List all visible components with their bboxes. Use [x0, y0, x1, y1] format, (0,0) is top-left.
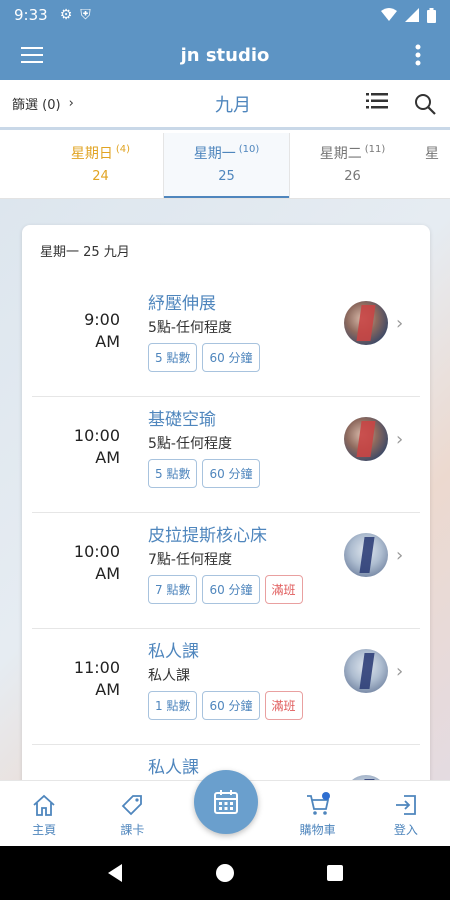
class-row[interactable]: 9:00 AM 紓壓伸展 5點-任何程度 5 點數 60 分鐘 ›	[32, 281, 420, 397]
day-name: 星期一	[193, 146, 236, 162]
nav-cart-label: 購物車	[299, 823, 336, 837]
app-bar: jn studio	[0, 30, 450, 80]
day-tab-monday[interactable]: 星期一 (10) 25	[164, 133, 289, 198]
class-time: 9:00 AM	[84, 310, 120, 351]
class-name: 皮拉提斯核心床	[148, 526, 267, 546]
duration-tag: 60 分鐘	[202, 343, 260, 372]
search-icon[interactable]	[414, 93, 436, 115]
calendar-icon	[214, 790, 238, 814]
class-time: 11:00 AM	[73, 658, 120, 699]
class-name: 私人課	[148, 758, 199, 778]
instructor-avatar	[344, 417, 388, 461]
nav-login[interactable]: 登入	[362, 781, 450, 846]
schedule-date-header: 星期一 25 九月	[40, 245, 130, 260]
day-name: 星期二	[319, 146, 362, 162]
points-tag: 1 點數	[148, 691, 198, 720]
schedule-card: 星期一 25 九月 9:00 AM 紓壓伸展 5點-任何程度 5 點數 60 分鐘…	[22, 225, 430, 780]
instructor-avatar	[344, 649, 388, 693]
chevron-right-icon: ›	[396, 545, 404, 566]
class-name: 紓壓伸展	[148, 294, 216, 314]
full-badge: 滿班	[264, 575, 303, 604]
points-tag: 7 點數	[148, 575, 198, 604]
class-time: 10:00 AM	[73, 542, 120, 583]
settings-gear-icon: ⚙	[59, 7, 73, 23]
day-class-count: (11)	[364, 144, 386, 155]
day-tab-prev[interactable]: 5)	[0, 133, 20, 198]
signal-icon	[405, 8, 419, 22]
wifi-icon	[381, 8, 397, 21]
nav-login-label: 登入	[393, 823, 418, 837]
instructor-avatar	[344, 301, 388, 345]
class-subtitle: 7點-任何程度	[148, 552, 232, 568]
home-circle-icon[interactable]	[215, 863, 235, 883]
tag-icon	[122, 795, 143, 816]
schedule-content: 星期一 25 九月 9:00 AM 紓壓伸展 5點-任何程度 5 點數 60 分鐘…	[0, 199, 450, 780]
day-date: 25	[218, 169, 235, 184]
system-nav-bar	[0, 846, 450, 900]
login-icon	[395, 795, 416, 815]
more-vert-icon[interactable]	[386, 30, 450, 80]
day-class-count: (4)	[115, 144, 131, 155]
back-icon[interactable]	[106, 863, 124, 883]
chevron-right-icon: ›	[396, 313, 404, 334]
points-tag: 5 點數	[148, 343, 198, 372]
duration-tag: 60 分鐘	[202, 691, 260, 720]
class-subtitle: 私人課	[148, 668, 190, 684]
day-selector: 5) 星期日(4) 24 星期一(10) 25 星期二(11) 26 星	[0, 133, 450, 199]
recents-icon[interactable]	[326, 864, 344, 882]
day-tab-sunday[interactable]: 星期日 (4) 24	[38, 133, 163, 198]
full-badge: 滿班	[264, 691, 303, 720]
app-title: jn studio	[180, 44, 270, 66]
shield-icon: ⛨	[80, 7, 91, 23]
class-row[interactable]: 11:00 AM 私人課 私人課 1 點數 60 分鐘 滿班 ›	[32, 629, 420, 745]
status-bar: 9:33 ⚙ ⛨	[0, 0, 450, 30]
calendar-fab[interactable]	[194, 770, 258, 834]
duration-tag: 60 分鐘	[202, 459, 260, 488]
day-name: 星期日	[70, 146, 113, 162]
battery-icon	[427, 7, 436, 23]
home-icon	[33, 794, 55, 816]
filter-bar: 篩選 (0) › 九月	[0, 80, 450, 130]
cart-badge-dot	[322, 792, 330, 800]
class-row[interactable]: 10:00 AM 基礎空瑜 5點-任何程度 5 點數 60 分鐘 ›	[32, 397, 420, 513]
class-name: 基礎空瑜	[148, 410, 216, 430]
list-view-icon[interactable]	[366, 92, 388, 109]
chevron-right-icon: ›	[396, 661, 404, 682]
day-tab-prev-count: 5)	[0, 143, 20, 161]
nav-home[interactable]: 主頁	[0, 781, 88, 846]
instructor-avatar	[344, 533, 388, 577]
class-name: 私人課	[148, 642, 199, 662]
class-subtitle: 5點-任何程度	[148, 320, 232, 336]
day-tab-tuesday[interactable]: 星期二 (11) 26	[290, 133, 415, 198]
nav-cart[interactable]: 購物車	[274, 781, 362, 846]
day-tab-next[interactable]: 星	[425, 133, 450, 198]
nav-class-card[interactable]: 課卡	[88, 781, 176, 846]
class-time: 10:00 AM	[73, 426, 120, 467]
day-date: 24	[92, 169, 109, 184]
status-time: 9:33	[14, 6, 48, 24]
nav-class-card-label: 課卡	[120, 823, 145, 837]
chevron-right-icon: ›	[68, 96, 74, 111]
nav-home-label: 主頁	[32, 823, 57, 837]
filter-label: 篩選 (0)	[12, 98, 61, 113]
class-row[interactable]: 10:00 AM 皮拉提斯核心床 7點-任何程度 7 點數 60 分鐘 滿班 ›	[32, 513, 420, 629]
class-subtitle: 5點-任何程度	[148, 436, 232, 452]
chevron-right-icon: ›	[396, 429, 404, 450]
day-class-count: (10)	[238, 144, 260, 155]
duration-tag: 60 分鐘	[202, 575, 260, 604]
day-date: 26	[344, 169, 361, 184]
hamburger-menu-icon[interactable]	[0, 30, 64, 80]
points-tag: 5 點數	[148, 459, 198, 488]
month-title[interactable]: 九月	[100, 91, 366, 117]
